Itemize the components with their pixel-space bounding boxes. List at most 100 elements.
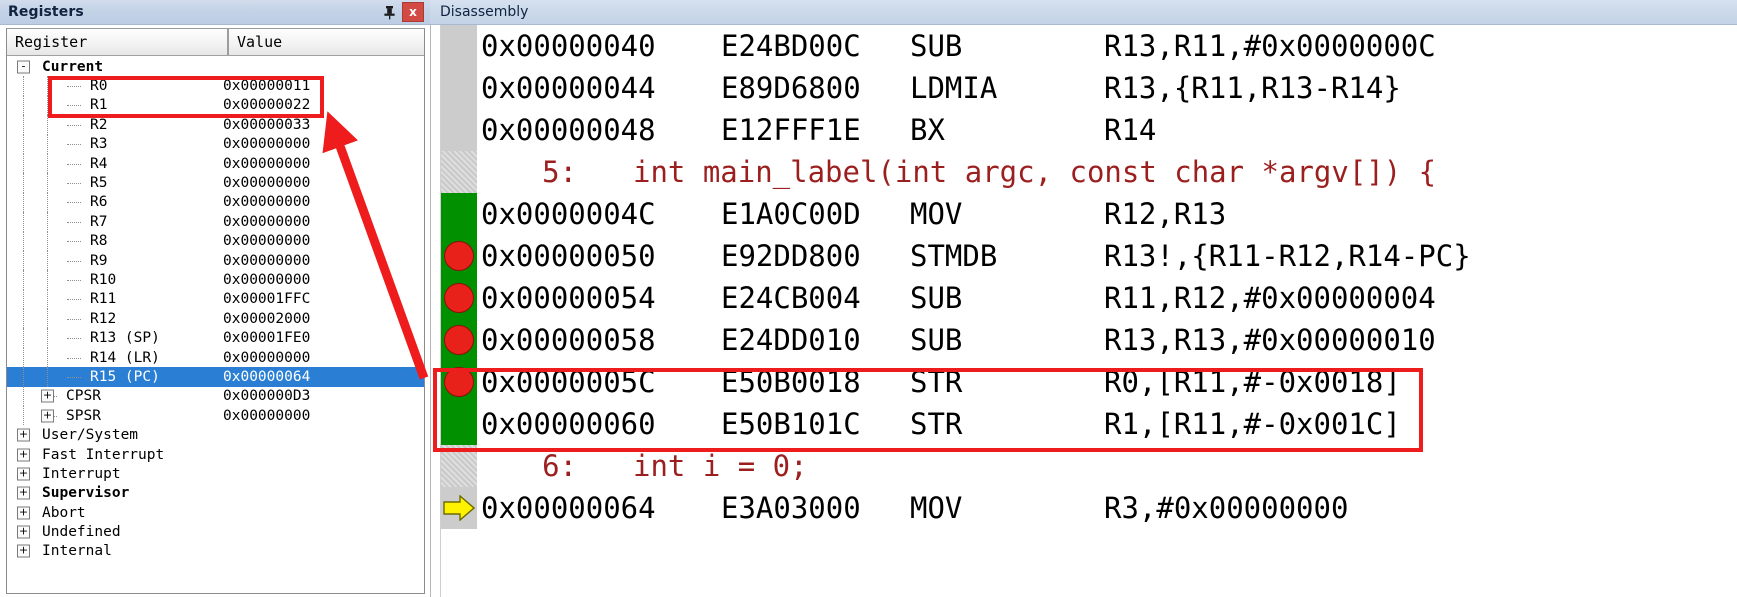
register-row[interactable]: R13 (SP) 0x00001FE0 xyxy=(7,328,424,348)
gutter-green[interactable] xyxy=(441,403,477,445)
expand-icon[interactable]: + xyxy=(17,428,30,442)
instruction-row[interactable]: 0x0000005C E50B0018 STR R0,[R11,#-0x0018] xyxy=(441,361,1737,403)
gutter-plain[interactable] xyxy=(441,67,477,109)
register-row[interactable]: R14 (LR) 0x00000000 xyxy=(7,347,424,368)
expand-icon[interactable]: + xyxy=(17,544,30,558)
instruction-mnemonic: SUB xyxy=(910,29,963,63)
instruction-address: 0x00000048 xyxy=(481,113,656,147)
disassembly-scrollbar[interactable] xyxy=(431,25,441,597)
column-header-value[interactable]: Value xyxy=(229,29,424,55)
register-row[interactable]: R2 0x00000033 xyxy=(7,115,424,135)
tree-connector-line xyxy=(47,173,48,193)
disassembly-panel: Disassembly 0x00000040 E24BD00C SUB R13,R11… xyxy=(430,0,1737,597)
register-row[interactable]: R6 0x00000000 xyxy=(7,192,424,213)
gutter-green[interactable] xyxy=(441,235,477,277)
instruction-row[interactable]: 0x00000058 E24DD010 SUB R13,R13,#0x00000010 xyxy=(441,319,1737,361)
instruction-row[interactable]: 0x00000064 E3A03000 MOV R3,#0x00000000 xyxy=(441,487,1737,529)
instruction-row[interactable]: 0x00000040 E24BD00C SUB R13,R11,#0x0000000C xyxy=(441,25,1737,67)
gutter-green[interactable] xyxy=(441,277,477,319)
source-line: 6: int i = 0; xyxy=(477,445,808,487)
expand-icon[interactable]: + xyxy=(17,486,30,500)
register-row[interactable]: + Interrupt xyxy=(7,464,424,483)
source-line-row[interactable]: 6: int i = 0; xyxy=(441,445,1737,487)
instruction-address: 0x00000058 xyxy=(481,323,656,357)
expand-icon[interactable]: + xyxy=(17,448,30,461)
source-line-text: int main_label(int argc, const char *arg… xyxy=(633,155,1437,189)
register-value: 0x00000000 xyxy=(223,155,311,172)
instruction-opcode: E1A0C00D xyxy=(721,197,861,231)
register-row[interactable]: + Internal xyxy=(7,542,424,561)
gutter-hatch[interactable] xyxy=(441,445,477,487)
register-row[interactable]: + CPSR 0x000000D3 xyxy=(7,386,424,407)
gutter-green[interactable] xyxy=(441,361,477,403)
expand-icon[interactable]: + xyxy=(17,467,30,481)
register-row[interactable]: R11 0x00001FFC xyxy=(7,289,424,310)
instruction-operands: R1,[R11,#-0x001C] xyxy=(1104,407,1401,441)
gutter-green[interactable] xyxy=(441,319,477,361)
instruction-opcode: E92DD800 xyxy=(721,239,861,273)
tree-connector-line xyxy=(23,173,24,193)
tree-connector-line xyxy=(47,134,48,154)
instruction-row[interactable]: 0x00000060 E50B101C STR R1,[R11,#-0x001C] xyxy=(441,403,1737,445)
register-row[interactable]: R10 0x00000000 xyxy=(7,270,424,290)
disassembly-code-list[interactable]: 0x00000040 E24BD00C SUB R13,R11,#0x0000000C… xyxy=(441,25,1737,597)
instruction-row[interactable]: 0x00000044 E89D6800 LDMIA R13,{R11,R13-R14} xyxy=(441,67,1737,109)
instruction-address: 0x00000040 xyxy=(481,29,656,63)
register-row[interactable]: + Abort xyxy=(7,503,424,522)
expand-icon[interactable]: + xyxy=(17,525,30,539)
register-row[interactable]: R15 (PC) 0x00000064 xyxy=(7,367,424,387)
instruction-row[interactable]: 0x00000050 E92DD800 STMDB R13!,{R11-R12,R14… xyxy=(441,235,1737,277)
breakpoint-icon[interactable] xyxy=(444,241,474,271)
expand-icon[interactable]: + xyxy=(41,409,54,423)
registers-tree[interactable]: - Current R0 0x00000011 R1 0x00000022 R2 0x0000… xyxy=(7,56,424,593)
expand-icon[interactable]: + xyxy=(41,389,54,403)
register-value: 0x00001FFC xyxy=(223,291,311,308)
register-row[interactable]: R5 0x00000000 xyxy=(7,173,424,193)
instruction-row[interactable]: 0x00000054 E24CB004 SUB R11,R12,#0x00000004 xyxy=(441,277,1737,319)
register-row[interactable]: R12 0x00002000 xyxy=(7,309,424,329)
expand-icon[interactable]: + xyxy=(17,506,30,520)
gutter-hatch[interactable] xyxy=(441,151,477,193)
registers-tree-container: Register Value - Current R0 0x00000011 R1 0x0… xyxy=(6,28,425,594)
breakpoint-icon[interactable] xyxy=(444,283,474,313)
gutter-plain[interactable] xyxy=(441,25,477,67)
breakpoint-icon[interactable] xyxy=(444,325,474,355)
instruction-row[interactable]: 0x00000048 E12FFF1E BX R14 xyxy=(441,109,1737,151)
register-row[interactable]: + Undefined xyxy=(7,522,424,541)
register-row[interactable]: + User/System xyxy=(7,425,424,444)
instruction-row[interactable]: 0x0000004C E1A0C00D MOV R12,R13 xyxy=(441,193,1737,235)
register-row[interactable]: R3 0x00000000 xyxy=(7,134,424,154)
register-row[interactable]: + Fast Interrupt xyxy=(7,445,424,464)
register-name: Abort xyxy=(42,504,86,521)
close-icon[interactable]: x xyxy=(402,2,424,22)
register-row[interactable]: R0 0x00000011 xyxy=(7,76,424,96)
register-row[interactable]: R1 0x00000022 xyxy=(7,95,424,116)
register-value: 0x00000000 xyxy=(223,175,311,192)
tree-connector-line xyxy=(23,231,24,251)
source-line-row[interactable]: 5: int main_label(int argc, const char *a… xyxy=(441,151,1737,193)
breakpoint-icon[interactable] xyxy=(444,367,474,397)
tree-connector-line xyxy=(47,289,48,310)
tree-connector-dots xyxy=(67,105,81,107)
registers-panel: Registers x Register Value - Current R0 0x0… xyxy=(0,0,430,597)
collapse-icon[interactable]: - xyxy=(17,60,30,74)
column-header-register[interactable]: Register xyxy=(7,29,229,55)
register-name: R10 xyxy=(90,271,117,288)
register-row[interactable]: R8 0x00000000 xyxy=(7,231,424,251)
register-row[interactable]: R9 0x00000000 xyxy=(7,250,424,271)
register-row[interactable]: R7 0x00000000 xyxy=(7,212,424,232)
register-row[interactable]: + SPSR 0x00000000 xyxy=(7,406,424,426)
debugger-window: Registers x Register Value - Current R0 0x0… xyxy=(0,0,1737,597)
instruction-opcode: E50B101C xyxy=(721,407,861,441)
register-row[interactable]: - Current xyxy=(7,57,424,76)
tree-connector-dots xyxy=(67,124,81,126)
gutter-plain[interactable] xyxy=(441,109,477,151)
gutter-green[interactable] xyxy=(441,193,477,235)
register-row[interactable]: R4 0x00000000 xyxy=(7,153,424,174)
register-name: Internal xyxy=(42,543,112,560)
register-row[interactable]: + Supervisor xyxy=(7,484,424,503)
tree-connector-line xyxy=(23,134,24,154)
pin-icon[interactable] xyxy=(379,2,399,22)
gutter-plain[interactable] xyxy=(441,487,477,529)
registers-title-bar: Registers x xyxy=(0,0,430,25)
